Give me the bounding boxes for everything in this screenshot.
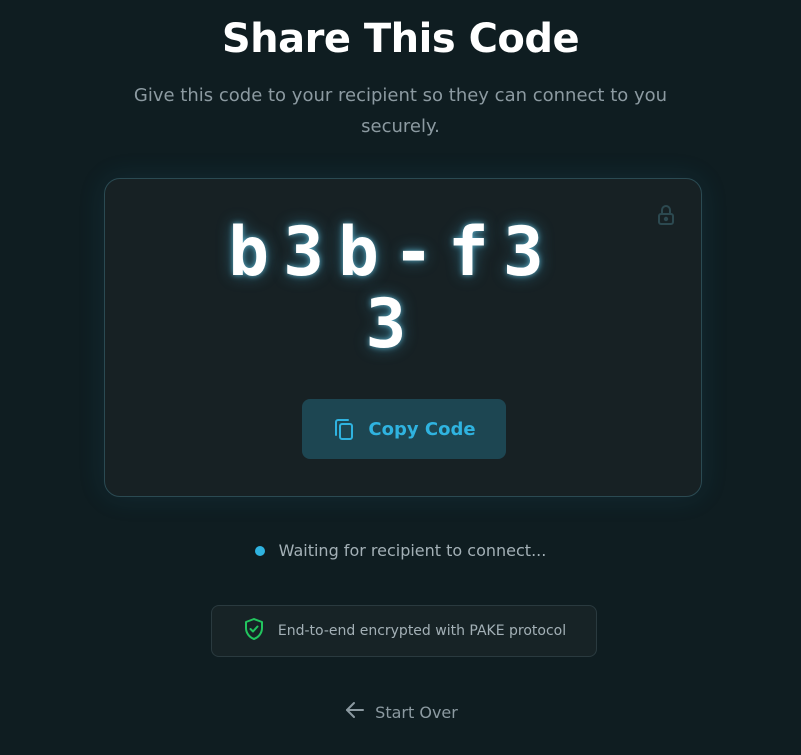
share-code: b3b-f33: [228, 213, 558, 364]
start-over-link[interactable]: Start Over: [0, 698, 801, 726]
page-subtitle: Give this code to your recipient so they…: [133, 85, 668, 137]
security-text: End-to-end encrypted with PAKE protocol: [277, 623, 567, 639]
copy-code-label: Copy Code: [368, 418, 476, 440]
status-dot: [254, 545, 265, 556]
page-title: Share This Code: [221, 16, 580, 62]
copy-code-button[interactable]: Copy Code: [302, 399, 506, 459]
connection-status: Waiting for recipient to connect...: [0, 541, 801, 560]
status-text: Waiting for recipient to connect...: [278, 541, 547, 560]
start-over-label: Start Over: [375, 702, 458, 722]
copy-icon: [332, 417, 356, 441]
security-badge: End-to-end encrypted with PAKE protocol: [211, 605, 597, 657]
arrow-left-icon: [343, 698, 367, 726]
share-code-page: Share This Code Give this code to your r…: [0, 0, 801, 755]
code-card: b3b-f33 Copy Code: [104, 178, 702, 497]
shield-check-icon: [242, 617, 266, 645]
lock-icon: [654, 203, 678, 227]
